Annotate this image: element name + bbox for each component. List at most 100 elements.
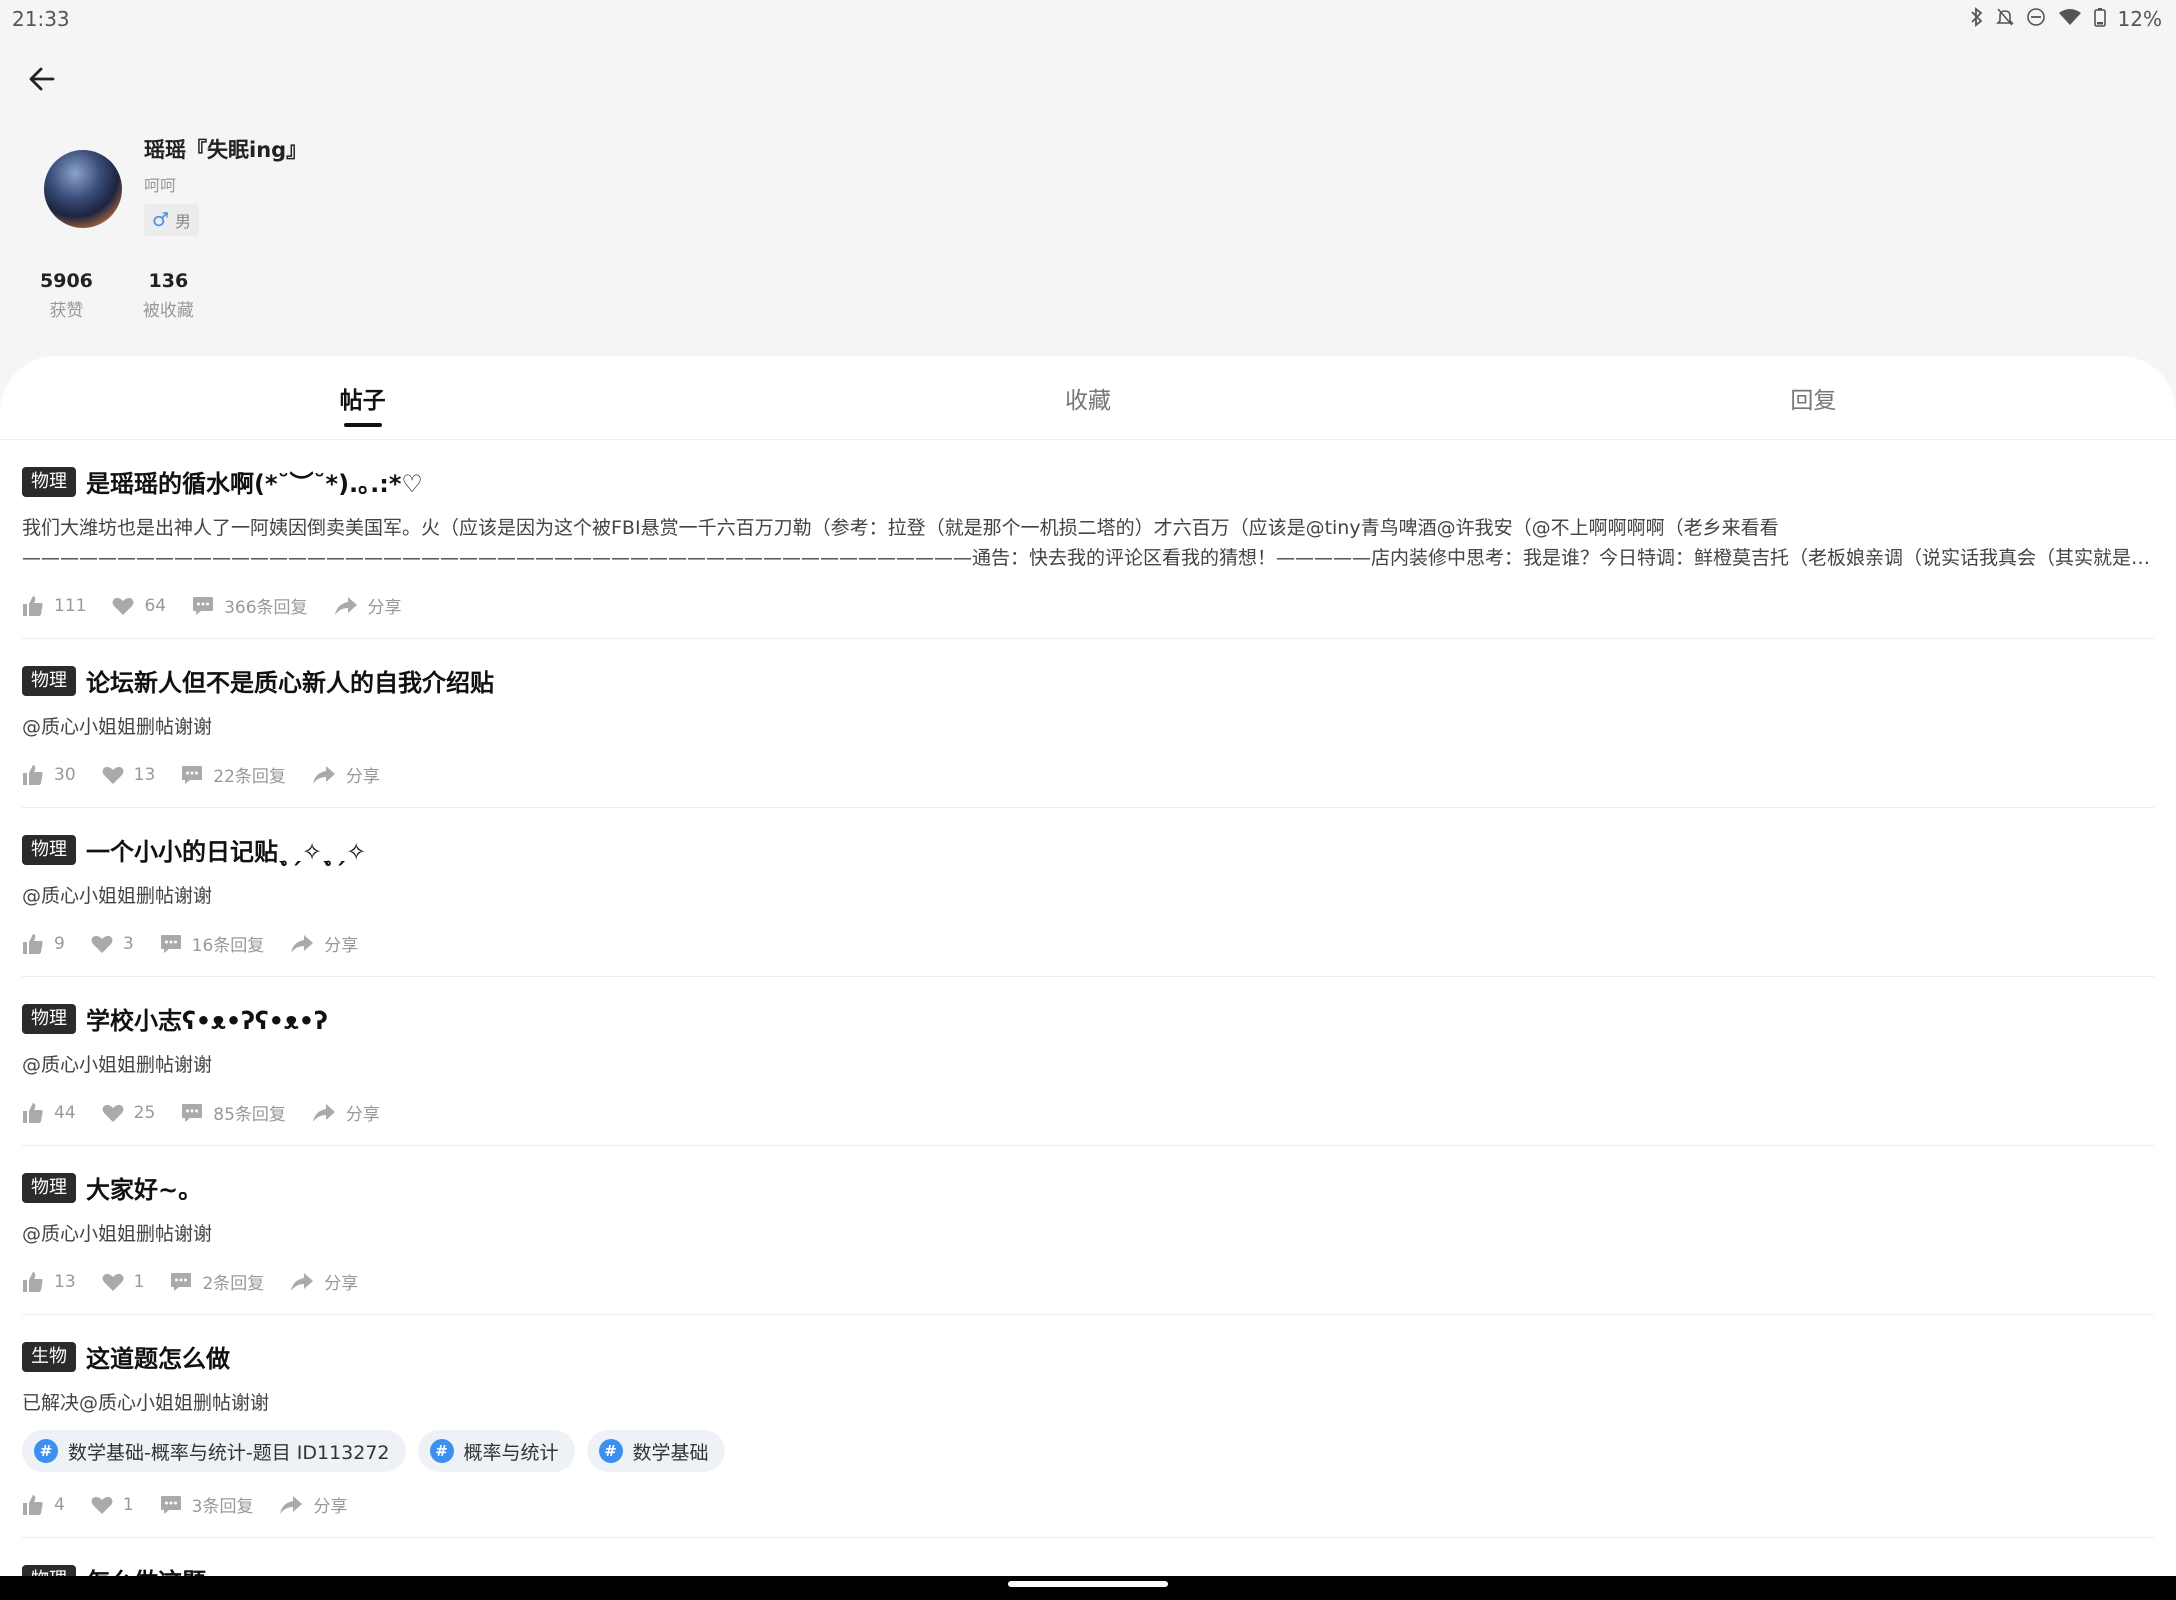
reply-count: 85条回复 [213,1105,286,1125]
share-button[interactable]: 分享 [290,1269,358,1294]
dnd-icon [2026,7,2046,32]
reply-button[interactable]: 3条回复 [160,1492,253,1517]
status-time: 21:33 [12,7,70,31]
post-excerpt: @质心小姐姐删帖谢谢 [22,712,2154,742]
reply-count: 22条回复 [213,767,286,787]
favorite-count: 25 [133,1102,156,1123]
share-button[interactable]: 分享 [334,593,402,618]
favorite-button[interactable]: 13 [102,765,155,785]
share-icon [312,765,335,784]
post-item[interactable]: 物理 怎么做这题 [22,1538,2154,1576]
post-actions: 9 3 16条回复 分享 [22,911,2154,976]
battery-icon [2093,7,2106,32]
like-count: 13 [54,1271,76,1292]
post-item[interactable]: 物理 论坛新人但不是质心新人的自我介绍贴 @质心小姐姐删帖谢谢 30 13 22… [22,639,2154,808]
like-button[interactable]: 111 [22,595,86,617]
post-excerpt: @质心小姐姐删帖谢谢 [22,1050,2154,1080]
app-bar [0,38,2176,120]
system-nav-bar [0,1576,2176,1600]
profile-stats: 5906 获赞 136 被收藏 [40,270,194,321]
post-item[interactable]: 物理 是瑶瑶的循水啊(*˘︶˘*).｡.:*♡ 我们大潍坊也是出神人了一阿姨因倒… [22,440,2154,639]
share-icon [280,1495,303,1514]
post-excerpt: @质心小姐姐删帖谢谢 [22,1219,2154,1249]
thumbs-up-icon [23,595,43,616]
favorite-button[interactable]: 1 [91,1495,134,1515]
thumbs-up-icon [23,1102,43,1123]
post-item[interactable]: 物理 大家好~。 @质心小姐姐删帖谢谢 13 1 2条回复 分享 [22,1146,2154,1315]
post-excerpt-line: 我们大潍坊也是出神人了一阿姨因倒卖美国军。火（应该是因为这个被FBI悬赏一千六百… [22,517,1779,539]
topic-chip[interactable]: # 数学基础-概率与统计-题目 ID113272 [22,1430,406,1472]
favorite-count: 1 [122,1494,134,1515]
share-button[interactable]: 分享 [312,1100,380,1125]
post-excerpt-line: @质心小姐姐删帖谢谢 [22,1223,213,1245]
reply-button[interactable]: 22条回复 [181,762,286,787]
like-button[interactable]: 4 [22,1494,65,1516]
like-count: 30 [54,764,76,785]
favorite-button[interactable]: 3 [91,934,134,954]
post-title: 大家好~。 [86,1176,203,1204]
comment-icon [171,1272,192,1291]
like-button[interactable]: 44 [22,1102,76,1124]
post-title: 是瑶瑶的循水啊(*˘︶˘*).｡.:*♡ [86,470,423,498]
post-actions: 13 1 2条回复 分享 [22,1249,2154,1314]
reply-button[interactable]: 16条回复 [160,931,264,956]
profile-header: 瑶瑶『失眠ing』 呵呵 ♂ 男 5906 获赞 136 被收藏 [0,120,2176,360]
post-tag: 物理 [22,665,76,696]
topic-label: 数学基础 [632,1441,709,1464]
status-bar: 21:33 12% [0,0,2176,38]
reply-button[interactable]: 85条回复 [181,1100,286,1125]
post-title: 学校小志ʕ•ᴥ•ʔʕ•ᴥ•ʔ [86,1007,328,1035]
tab-bar: 帖子 收藏 回复 [0,356,2176,440]
topic-chips: # 数学基础-概率与统计-题目 ID113272 # 概率与统计 # 数学基础 [22,1430,2154,1472]
tab-posts[interactable]: 帖子 [0,356,725,439]
topic-label: 概率与统计 [463,1441,559,1464]
topic-chip[interactable]: # 概率与统计 [417,1430,575,1472]
comment-icon [182,765,203,784]
post-excerpt-line: @质心小姐姐删帖谢谢 [22,1054,213,1076]
heart-icon [112,597,134,615]
like-button[interactable]: 13 [22,1271,76,1293]
avatar[interactable] [44,150,122,228]
post-item[interactable]: 物理 学校小志ʕ•ᴥ•ʔʕ•ᴥ•ʔ @质心小姐姐删帖谢谢 44 25 85条回复… [22,977,2154,1146]
favorite-button[interactable]: 25 [102,1102,156,1123]
share-icon [291,1272,314,1291]
stat-likes: 5906 获赞 [40,270,93,321]
topic-chip[interactable]: # 数学基础 [586,1430,725,1472]
stat-favorited: 136 被收藏 [143,270,194,321]
like-count: 9 [54,933,65,954]
hashtag-icon: # [34,1439,58,1463]
post-title: 一个小小的日记贴ˎ̥ˏ✧ˎ̥ˏ✧ [86,838,367,866]
post-excerpt-line: @质心小姐姐删帖谢谢 [22,716,213,738]
post-excerpt-line: ————————————————————————————————————————… [22,547,2154,569]
post-actions: 111 64 366条回复 分享 [22,573,2154,638]
tab-favorites[interactable]: 收藏 [725,356,1450,439]
reply-button[interactable]: 366条回复 [192,593,308,618]
like-button[interactable]: 30 [22,764,76,786]
tab-replies[interactable]: 回复 [1451,356,2176,439]
reply-count: 2条回复 [202,1274,265,1294]
comment-icon [193,596,214,615]
share-button[interactable]: 分享 [290,931,358,956]
gender-badge: ♂ 男 [144,204,200,236]
favorite-button[interactable]: 64 [112,596,166,616]
share-button[interactable]: 分享 [312,762,380,787]
stat-favorited-label: 被收藏 [142,301,194,321]
reply-button[interactable]: 2条回复 [170,1269,264,1294]
post-title: 论坛新人但不是质心新人的自我介绍贴 [86,669,494,697]
signature: 呵呵 [144,176,177,195]
hashtag-icon: # [598,1439,623,1463]
share-icon [334,596,357,615]
post-item[interactable]: 物理 一个小小的日记贴ˎ̥ˏ✧ˎ̥ˏ✧ @质心小姐姐删帖谢谢 9 3 16条回复… [22,808,2154,977]
heart-icon [102,1273,124,1291]
share-label: 分享 [345,767,380,787]
post-title: 怎么做这题 [86,1562,206,1576]
favorite-button[interactable]: 1 [102,1272,144,1292]
share-label: 分享 [345,1105,380,1125]
share-button[interactable]: 分享 [279,1492,347,1517]
like-button[interactable]: 9 [22,933,65,955]
home-gesture-handle[interactable] [1008,1581,1168,1587]
thumbs-up-icon [23,764,43,785]
back-button[interactable] [12,49,72,109]
post-item[interactable]: 生物 这道题怎么做 已解决@质心小姐姐删帖谢谢 # 数学基础-概率与统计-题目 … [22,1315,2154,1538]
favorite-count: 64 [144,595,167,616]
